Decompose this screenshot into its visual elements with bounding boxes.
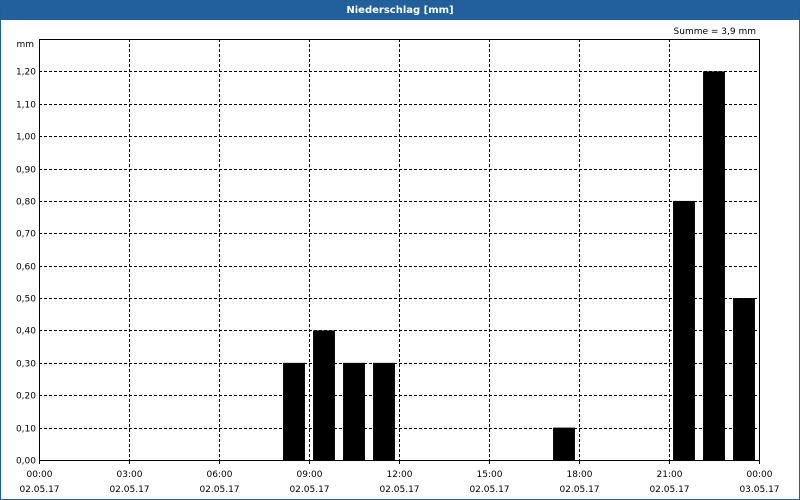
y-tick-label: 0,00 <box>16 457 36 467</box>
y-tick-label: 0,80 <box>16 198 36 208</box>
y-tick-label: 0,50 <box>16 295 36 305</box>
x-tick-date: 02.05.17 <box>289 485 329 495</box>
x-tick-time: 00:00 <box>27 470 53 480</box>
precipitation-bar <box>343 362 365 460</box>
precipitation-bar <box>703 71 725 460</box>
y-axis-label: mm <box>16 40 34 50</box>
bars <box>283 71 755 460</box>
y-tick-label: 0,10 <box>16 425 36 435</box>
y-tick-label: 0,60 <box>16 263 36 273</box>
y-tick-label: 1,10 <box>16 101 36 111</box>
x-tick-date: 02.05.17 <box>469 485 509 495</box>
x-tick-time: 09:00 <box>297 470 323 480</box>
x-tick-date: 02.05.17 <box>19 485 59 495</box>
y-tick-label: 0,20 <box>16 392 36 402</box>
precipitation-bar <box>673 200 695 460</box>
x-tick-date: 02.05.17 <box>649 485 689 495</box>
y-tick-label: 0,30 <box>16 360 36 370</box>
y-tick-label: 1,20 <box>16 68 36 78</box>
x-tick-date: 02.05.17 <box>109 485 149 495</box>
x-tick-time: 12:00 <box>387 470 413 480</box>
y-axis-ticks: 0,00 0,10 0,20 0,30 0,40 0,50 0,60 0,70 0,80 0,90… <box>16 68 36 467</box>
precipitation-bar <box>733 298 755 460</box>
x-tick-time: 00:00 <box>747 470 773 480</box>
y-tick-label: 0,90 <box>16 166 36 176</box>
x-tick-time: 03:00 <box>117 470 143 480</box>
x-tick-date: 02.05.17 <box>199 485 239 495</box>
x-tick-date: 03.05.17 <box>739 485 779 495</box>
x-tick-date: 02.05.17 <box>559 485 599 495</box>
y-tick-label: 0,70 <box>16 230 36 240</box>
x-tick-time: 15:00 <box>477 470 503 480</box>
y-tick-label: 0,40 <box>16 327 36 337</box>
x-axis-ticks: 00:00 02.05.17 03:00 02.05.17 06:00 02.05.17 0… <box>19 460 780 495</box>
precipitation-bar <box>373 362 395 460</box>
precipitation-bar <box>283 362 305 460</box>
precipitation-chart: 0,00 0,10 0,20 0,30 0,40 0,50 0,60 0,70 0,80 0,90… <box>16 27 780 495</box>
x-tick-time: 21:00 <box>657 470 683 480</box>
sum-annotation: Summe = 3,9 mm <box>674 27 756 37</box>
precipitation-bar <box>553 427 575 460</box>
x-tick-date: 02.05.17 <box>379 485 419 495</box>
precipitation-bar <box>313 330 335 460</box>
grid-lines <box>39 39 759 460</box>
y-tick-label: 1,00 <box>16 133 36 143</box>
x-tick-time: 06:00 <box>207 470 233 480</box>
x-tick-time: 18:00 <box>567 470 593 480</box>
